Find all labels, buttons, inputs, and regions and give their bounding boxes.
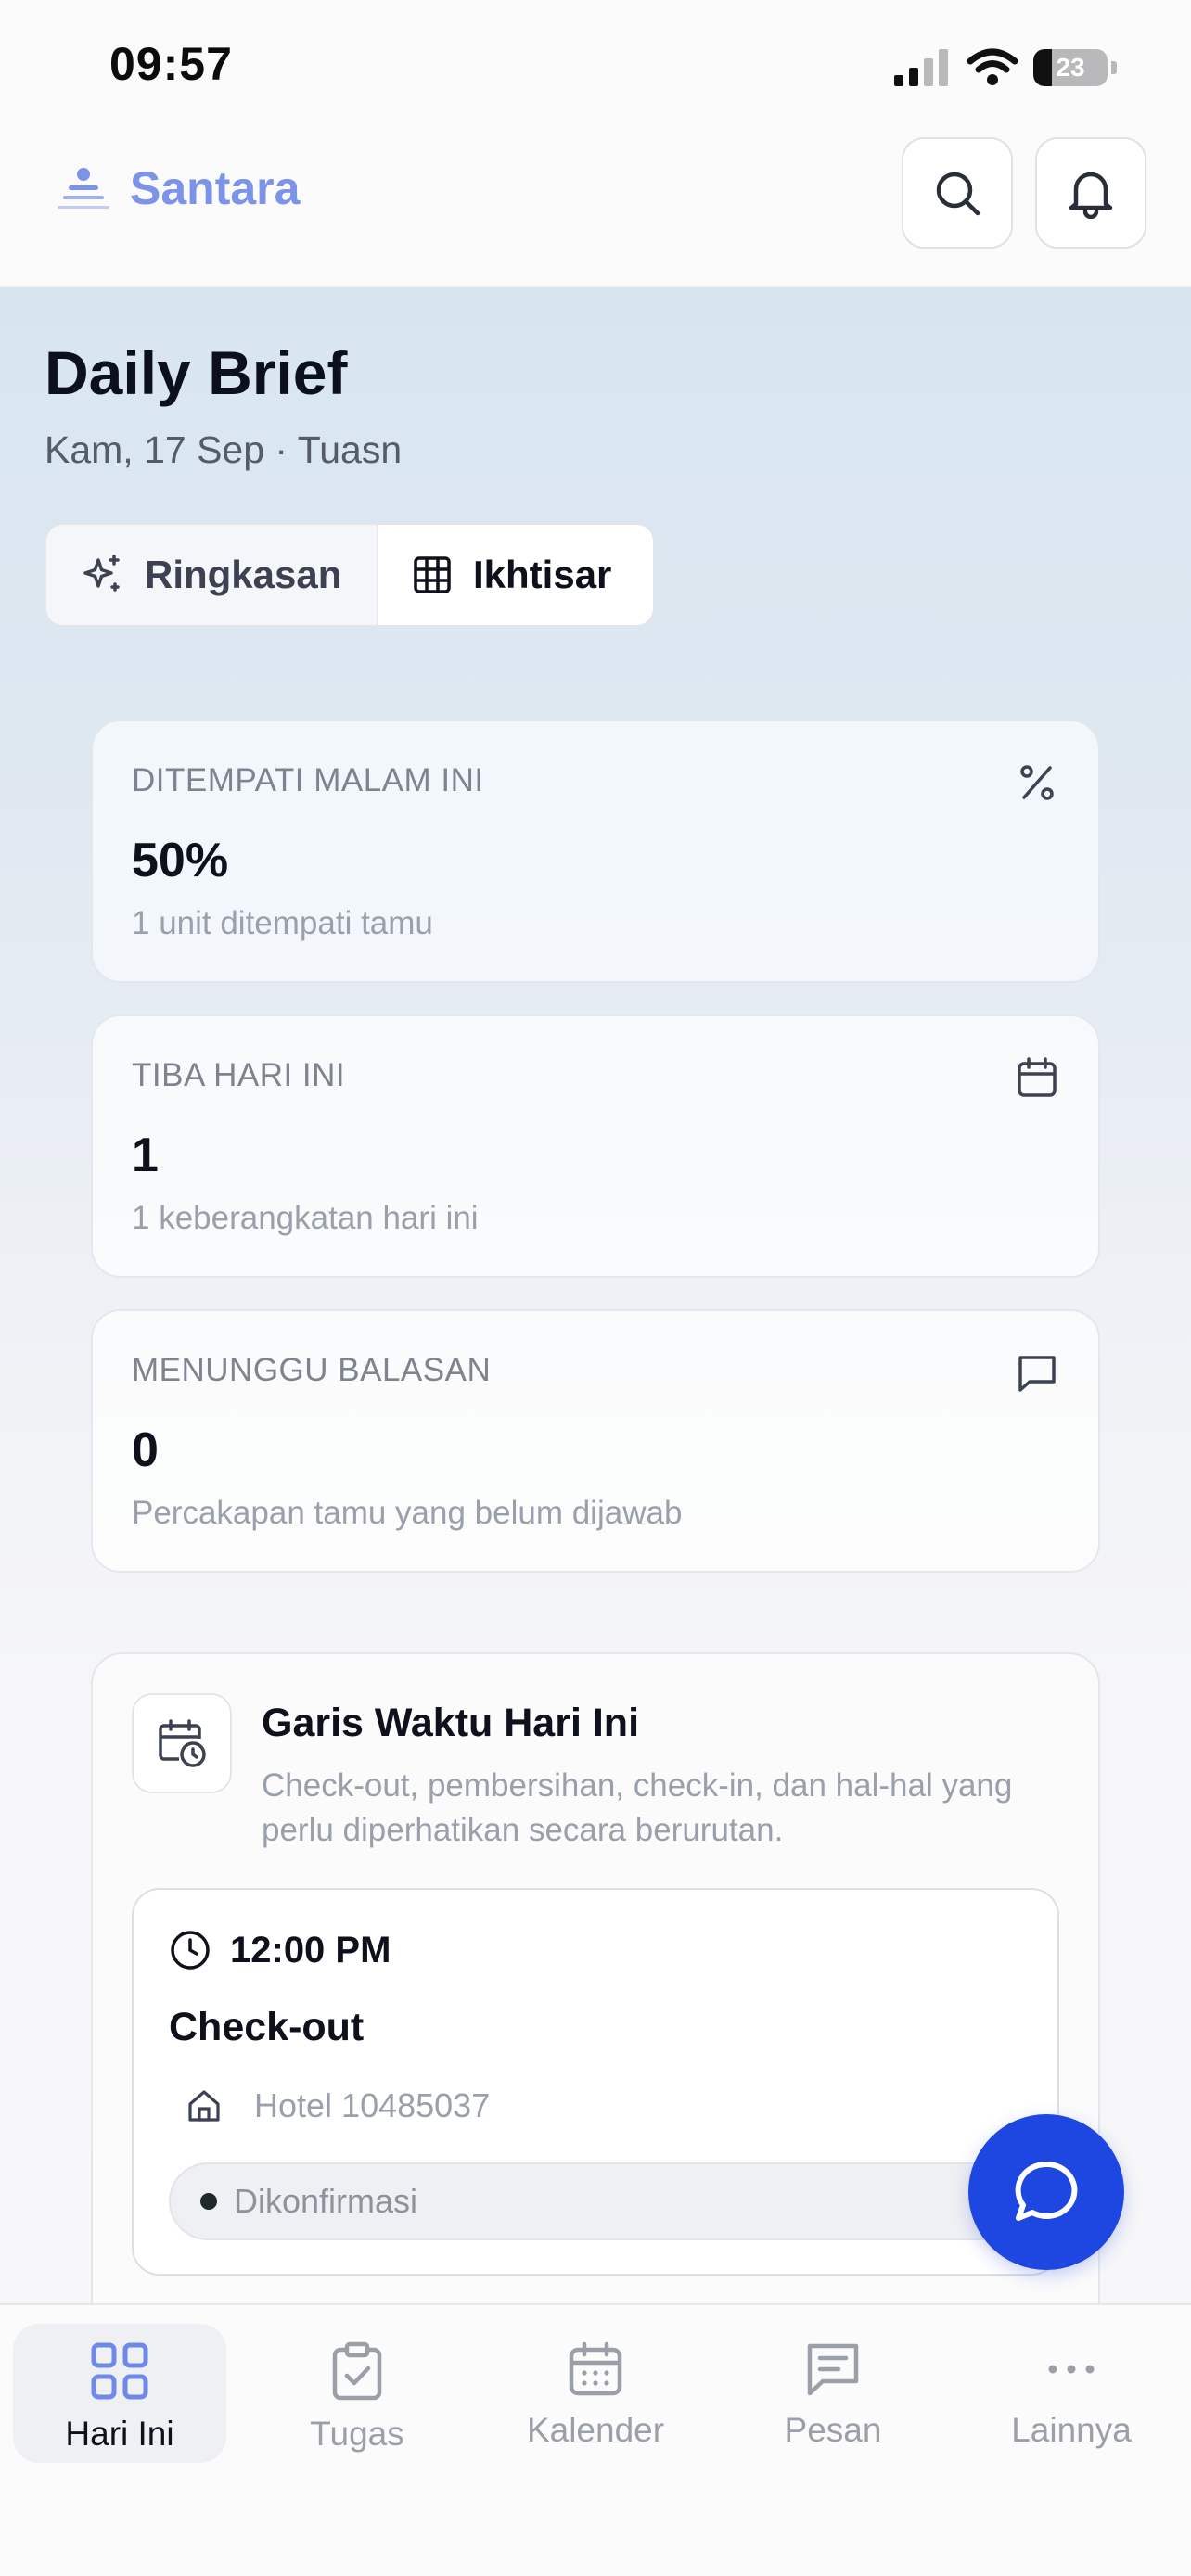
calendar-icon [1018, 1057, 1057, 1097]
view-toggle: Ringkasan Ikhtisar [45, 523, 655, 627]
sparkles-icon [83, 555, 120, 592]
brand-name: Santara [130, 162, 301, 214]
tab-ikhtisar[interactable]: Ikhtisar [378, 525, 653, 625]
clipboard-check-icon [332, 2341, 382, 2401]
percent-icon [1020, 765, 1054, 800]
chat-bubble-icon [1015, 2161, 1078, 2221]
timeline-card: Garis Waktu Hari Ini Check-out, pembersi… [91, 1652, 1100, 2357]
home-icon [188, 2090, 220, 2122]
brand-logo-icon [58, 168, 109, 209]
stat-value: 50% [132, 834, 229, 887]
tab-hari-ini[interactable]: Hari Ini [13, 2324, 226, 2463]
battery-icon: 23 [1033, 49, 1108, 86]
stat-card-occupancy[interactable]: DITEMPATI MALAM INI 50% 1 unit ditempati… [91, 720, 1100, 983]
calendar-icon [569, 2341, 622, 2396]
grid-icon [91, 2342, 148, 2400]
stat-caption: Percakapan tamu yang belum dijawab [132, 1495, 683, 1531]
notifications-button[interactable] [1035, 137, 1146, 249]
stat-value: 1 [132, 1129, 159, 1182]
wifi-icon [967, 48, 1018, 85]
stat-label: DITEMPATI MALAM INI [132, 762, 484, 798]
brand[interactable]: Santara [58, 161, 300, 215]
battery-cap [1111, 61, 1117, 74]
tab-ikhtisar-label: Ikhtisar [473, 553, 612, 596]
tab-label: Hari Ini [65, 2415, 174, 2453]
tab-pesan[interactable]: Pesan [726, 2324, 940, 2463]
timeline-event-card[interactable]: 12:00 PM Check-out Hotel 10485037 Dikonf… [132, 1888, 1059, 2276]
event-property-row: Hotel 10485037 [186, 2086, 490, 2125]
page-subtitle: Kam, 17 Sep · Tuasn [45, 428, 403, 471]
timeline-icon-box [132, 1693, 232, 1793]
more-icon [1048, 2365, 1095, 2374]
status-dot [200, 2193, 217, 2210]
table-icon [414, 556, 451, 593]
message-text-icon [807, 2343, 859, 2396]
search-icon [936, 172, 980, 216]
stat-value: 0 [132, 1423, 159, 1477]
tab-ringkasan-label: Ringkasan [145, 553, 342, 596]
status-badge: Dikonfirmasi [169, 2162, 1059, 2240]
tab-kalender[interactable]: Kalender [489, 2324, 702, 2463]
status-time: 09:57 [109, 38, 233, 90]
message-icon [1018, 1356, 1056, 1392]
bottom-tab-bar: Hari Ini Tugas Kalender Pesan Lainnya [0, 2303, 1191, 2576]
stat-caption: 1 unit ditempati tamu [132, 905, 433, 941]
event-time: 12:00 PM [230, 1929, 391, 1970]
tab-tugas[interactable]: Tugas [250, 2324, 464, 2463]
tab-label: Lainnya [1011, 2411, 1132, 2449]
stat-label: TIBA HARI INI [132, 1057, 346, 1093]
tab-label: Tugas [310, 2415, 404, 2453]
battery-level: 23 [1056, 53, 1085, 82]
status-bar: 09:57 23 [0, 0, 1191, 121]
timeline-description: Check-out, pembersihan, check-in, dan ha… [262, 1767, 1013, 1848]
bell-icon [1069, 172, 1113, 219]
stat-card-arrivals[interactable]: TIBA HARI INI 1 1 keberangkatan hari ini [91, 1014, 1100, 1278]
status-text: Dikonfirmasi [234, 2182, 418, 2220]
stat-caption: 1 keberangkatan hari ini [132, 1200, 479, 1236]
tab-label: Kalender [526, 2411, 665, 2449]
status-icons: 23 [894, 45, 1117, 91]
event-type: Check-out [169, 2005, 365, 2049]
tab-label: Pesan [784, 2411, 882, 2449]
app-screen: 09:57 23 Santara Daily Brief Kam, 17 Sep… [0, 0, 1191, 2576]
tab-ringkasan[interactable]: Ringkasan [46, 525, 378, 625]
page-title: Daily Brief [45, 338, 348, 407]
event-property: Hotel 10485037 [254, 2086, 491, 2124]
chat-fab-button[interactable] [968, 2114, 1124, 2270]
clock-icon [171, 1931, 210, 1970]
timeline-title: Garis Waktu Hari Ini [262, 1701, 640, 1745]
stat-label: MENUNGGU BALASAN [132, 1352, 492, 1388]
signal-icon [894, 49, 948, 86]
calendar-clock-icon [159, 1719, 206, 1767]
event-time-row: 12:00 PM [169, 1929, 391, 1971]
app-header: Santara [0, 121, 1191, 287]
tab-lainnya[interactable]: Lainnya [965, 2324, 1178, 2463]
stat-card-awaiting-reply[interactable]: MENUNGGU BALASAN 0 Percakapan tamu yang … [91, 1309, 1100, 1573]
search-button[interactable] [902, 137, 1013, 249]
